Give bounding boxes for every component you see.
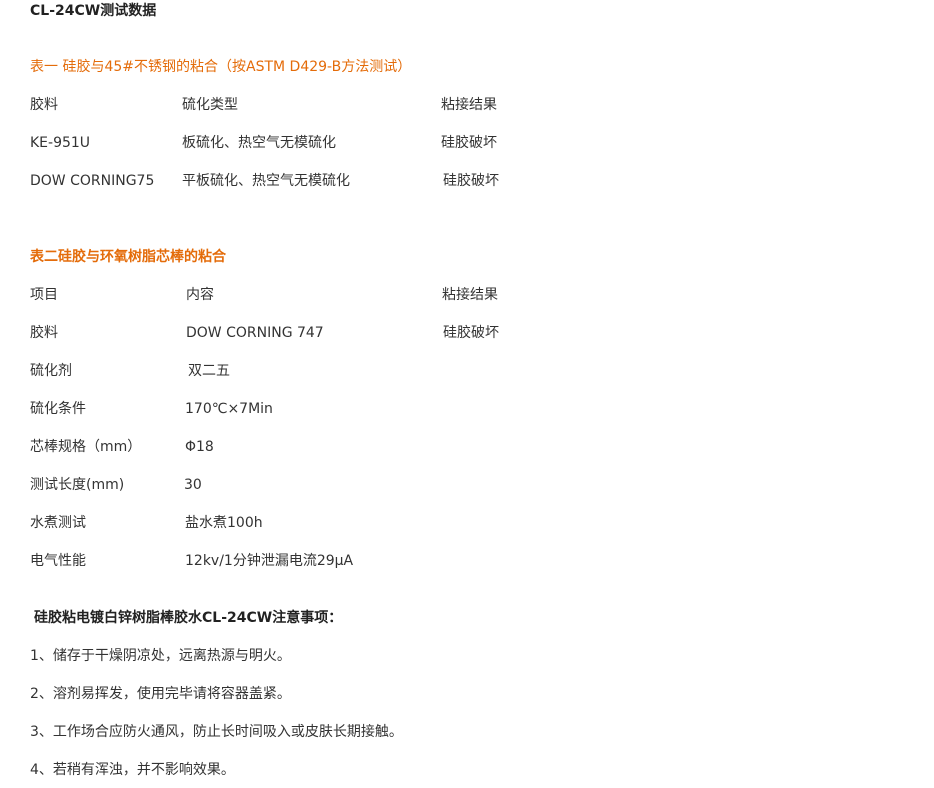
- list-item: 2、溶剂易挥发，使用完毕请将容器盖紧。: [30, 686, 291, 702]
- table1-header-material: 胶料: [30, 97, 58, 113]
- table2-cell-content: 盐水煮100h: [185, 515, 263, 531]
- table1-cell-cure-type: 板硫化、热空气无模硫化: [182, 135, 336, 151]
- table2-cell-item: 芯棒规格（mm）: [30, 439, 142, 455]
- table2-cell-content: Φ18: [185, 439, 214, 455]
- table2-header-row: 项目 内容 粘接结果: [0, 286, 934, 304]
- table2-header-content: 内容: [186, 287, 214, 303]
- table-row: 硫化剂 双二五: [0, 362, 934, 380]
- table2-cell-item: 测试长度(mm): [30, 477, 125, 493]
- table-row: 胶料 DOW CORNING 747 硅胶破坏: [0, 324, 934, 342]
- table2-cell-content: 170℃×7Min: [185, 401, 273, 417]
- table2-cell-item: 胶料: [30, 325, 58, 341]
- page-title: CL-24CW测试数据: [30, 3, 157, 19]
- table2-cell-content: 30: [184, 477, 202, 493]
- table1-cell-cure-type: 平板硫化、热空气无模硫化: [182, 173, 350, 189]
- table2-cell-item: 硫化条件: [30, 401, 86, 417]
- table1-header-cure-type: 硫化类型: [182, 97, 238, 113]
- table1-cell-result: 硅胶破坏: [441, 135, 497, 151]
- table2-cell-content: 双二五: [188, 363, 230, 379]
- table-row: 电气性能 12kv/1分钟泄漏电流29μA: [0, 552, 934, 570]
- table-row: DOW CORNING75 平板硫化、热空气无模硫化 硅胶破坏: [0, 172, 934, 190]
- table2-caption: 表二硅胶与环氧树脂芯棒的粘合: [30, 249, 226, 265]
- list-item: 4、若稍有浑浊，并不影响效果。: [30, 762, 235, 778]
- table2-cell-content: 12kv/1分钟泄漏电流29μA: [185, 553, 354, 569]
- list-item: 3、工作场合应防火通风，防止长时间吸入或皮肤长期接触。: [30, 724, 403, 740]
- table2-cell-content: DOW CORNING 747: [186, 325, 324, 341]
- table1-header-result: 粘接结果: [441, 97, 497, 113]
- table1-cell-material: DOW CORNING75: [30, 173, 155, 189]
- table-row: 测试长度(mm) 30: [0, 476, 934, 494]
- table-row: 芯棒规格（mm） Φ18: [0, 438, 934, 456]
- notes-heading: 硅胶粘电镀白锌树脂棒胶水CL-24CW注意事项：: [34, 610, 343, 626]
- table2-cell-item: 硫化剂: [30, 363, 72, 379]
- table2-cell-item: 电气性能: [30, 553, 86, 569]
- table-row: 硫化条件 170℃×7Min: [0, 400, 934, 418]
- table2-header-result: 粘接结果: [442, 287, 498, 303]
- table2-cell-result: 硅胶破坏: [443, 325, 499, 341]
- table1-cell-result: 硅胶破坏: [443, 173, 499, 189]
- list-item: 1、储存于干燥阴凉处，远离热源与明火。: [30, 648, 291, 664]
- table1-cell-material: KE-951U: [30, 135, 91, 151]
- table-row: KE-951U 板硫化、热空气无模硫化 硅胶破坏: [0, 134, 934, 152]
- table2-cell-item: 水煮测试: [30, 515, 86, 531]
- table1-caption: 表一 硅胶与45#不锈钢的粘合（按ASTM D429-B方法测试）: [30, 59, 412, 75]
- table-row: 水煮测试 盐水煮100h: [0, 514, 934, 532]
- table1-header-row: 胶料 硫化类型 粘接结果: [0, 96, 934, 114]
- table2-header-item: 项目: [30, 287, 58, 303]
